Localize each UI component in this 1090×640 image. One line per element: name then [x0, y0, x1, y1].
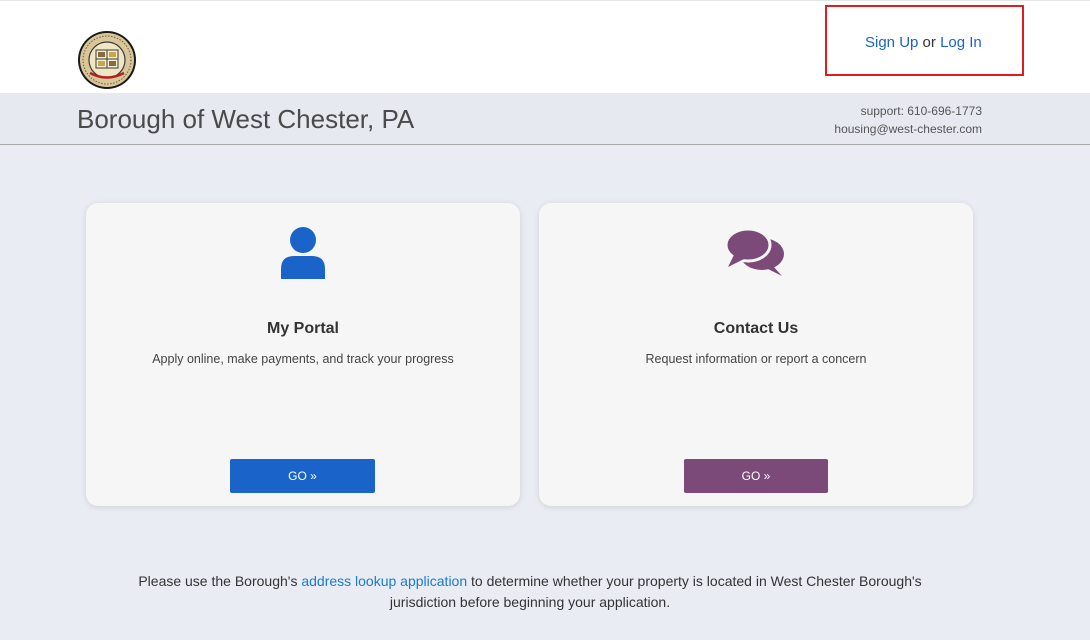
footer-text-line2: jurisdiction before beginning your appli…: [389, 594, 671, 610]
contact-us-description: Request information or report a concern: [645, 352, 867, 366]
auth-separator: or: [922, 34, 936, 51]
address-lookup-link[interactable]: address lookup application: [301, 573, 467, 589]
page-title: Borough of West Chester, PA: [77, 104, 415, 134]
my-portal-go-button[interactable]: GO »: [230, 459, 375, 493]
user-icon: [281, 227, 325, 279]
borough-seal-icon: [78, 31, 136, 89]
top-bar: Sign Up or Log In: [0, 0, 1090, 93]
support-contact: support: 610-696-1773 housing@west-chest…: [834, 102, 982, 138]
contact-us-card: Contact Us Request information or report…: [539, 203, 973, 506]
my-portal-description: Apply online, make payments, and track y…: [152, 352, 454, 366]
support-phone: support: 610-696-1773: [860, 104, 982, 118]
my-portal-title: My Portal: [266, 320, 339, 337]
contact-us-title: Contact Us: [713, 320, 799, 337]
log-in-link[interactable]: Log In: [940, 34, 982, 51]
contact-us-go-button[interactable]: GO »: [684, 459, 828, 493]
sign-up-link[interactable]: Sign Up: [865, 34, 918, 51]
auth-links: Sign Up or Log In: [865, 34, 982, 51]
footer-text-before: Please use the Borough's: [138, 573, 298, 589]
footer-text-after: to determine whether your property is lo…: [471, 573, 922, 589]
my-portal-card: My Portal Apply online, make payments, a…: [86, 203, 520, 506]
support-email: housing@west-chester.com: [834, 122, 982, 136]
footer-note: Please use the Borough's address lookup …: [0, 571, 1060, 613]
chat-bubbles-icon: [724, 227, 784, 276]
